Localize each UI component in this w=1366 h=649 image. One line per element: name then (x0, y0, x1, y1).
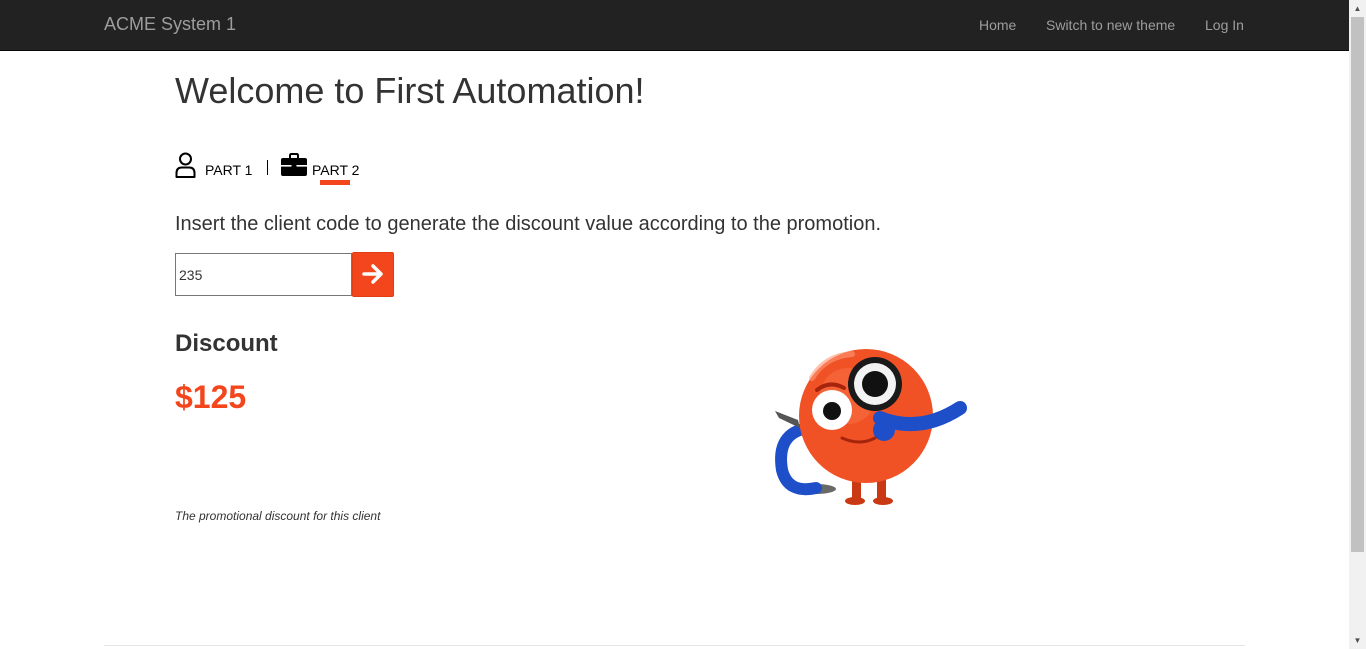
scroll-up-arrow-icon[interactable]: ▲ (1349, 0, 1366, 17)
tab-divider (267, 160, 268, 175)
discount-caption: The promotional discount for this client (175, 509, 381, 523)
tab-part-1[interactable]: PART 1 (175, 152, 255, 182)
scroll-down-arrow-icon[interactable]: ▼ (1349, 632, 1366, 649)
generate-discount-button[interactable] (352, 252, 394, 297)
brand-link[interactable]: ACME System 1 (104, 14, 236, 35)
tab-part-1-label: PART 1 (205, 162, 253, 178)
page-title: Welcome to First Automation! (175, 70, 645, 111)
client-code-input[interactable] (175, 253, 352, 296)
arrow-right-icon (362, 264, 383, 284)
tab-part-2-label: PART 2 (312, 162, 360, 178)
active-tab-indicator (320, 180, 350, 185)
discount-value: $125 (175, 379, 247, 415)
discount-heading: Discount (175, 330, 278, 357)
nav-switch-theme-link[interactable]: Switch to new theme (1046, 17, 1175, 33)
user-icon (175, 152, 196, 178)
nav-login-link[interactable]: Log In (1205, 17, 1244, 33)
top-navbar: ACME System 1 Home Switch to new theme L… (0, 0, 1349, 51)
nav-home-link[interactable]: Home (979, 17, 1016, 33)
scrollbar-thumb[interactable] (1351, 17, 1364, 552)
briefcase-icon (281, 153, 307, 176)
tab-part-2[interactable]: PART 2 (281, 152, 361, 182)
footer-divider (104, 645, 1245, 646)
mascot-image (775, 349, 967, 505)
instruction-text: Insert the client code to generate the d… (175, 213, 881, 235)
vertical-scrollbar[interactable]: ▲ ▼ (1349, 0, 1366, 649)
